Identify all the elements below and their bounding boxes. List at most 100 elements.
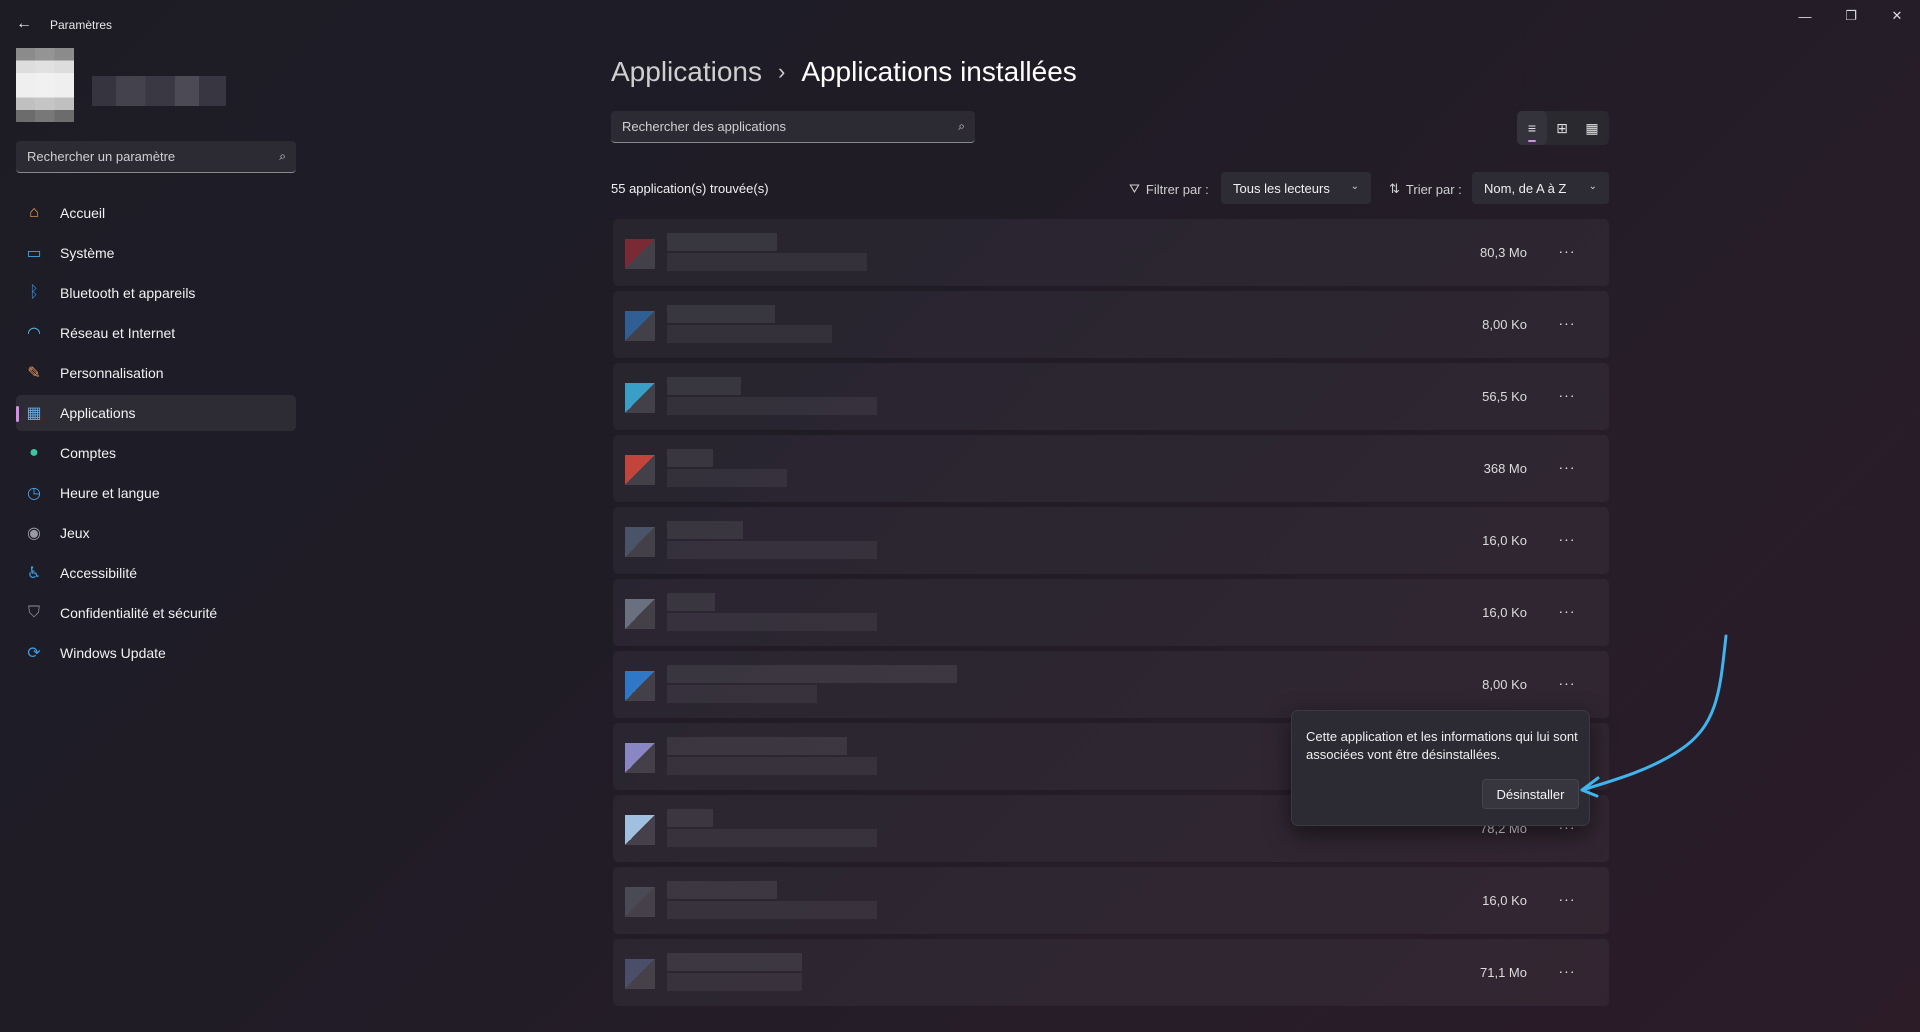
grid-view-icon[interactable]: ▦ xyxy=(1577,111,1607,145)
sidebar-item-apps[interactable]: ▦ Applications xyxy=(16,395,296,431)
app-list-item[interactable]: 16,0 Ko ··· xyxy=(613,507,1609,574)
gamepad-icon: ◉ xyxy=(27,525,41,542)
sidebar-item-label: Accessibilité xyxy=(60,565,138,581)
filter-icon: ⛛ xyxy=(1129,181,1140,196)
chevron-right-icon: › xyxy=(777,59,786,84)
breadcrumb-parent[interactable]: Applications xyxy=(611,56,762,88)
sidebar-item-gamepad[interactable]: ◉ Jeux xyxy=(16,515,296,551)
sidebar-item-windows-update[interactable]: ⟳ Windows Update xyxy=(16,635,296,671)
minimize-icon[interactable]: — xyxy=(1782,0,1828,32)
app-icon-redacted xyxy=(625,239,655,269)
app-list-item[interactable]: 16,0 Ko ··· xyxy=(613,579,1609,646)
app-list-item[interactable]: 56,5 Ko ··· xyxy=(613,363,1609,430)
app-publisher-redacted xyxy=(667,613,877,631)
more-options-icon[interactable]: ··· xyxy=(1553,237,1581,265)
app-name-redacted xyxy=(667,737,847,755)
view-toggle: ≡ ⊞ ▦ xyxy=(1517,111,1609,145)
tile-view-icon[interactable]: ⊞ xyxy=(1547,111,1577,145)
app-list-item[interactable]: 16,0 Ko ··· xyxy=(613,867,1609,934)
chevron-down-icon: ⌄ xyxy=(1588,181,1597,192)
sort-dropdown[interactable]: Nom, de A à Z ⌄ xyxy=(1472,172,1609,204)
app-icon-redacted xyxy=(625,455,655,485)
wifi-icon: ◠ xyxy=(27,325,41,342)
app-name-redacted xyxy=(667,665,957,683)
app-icon-redacted xyxy=(625,671,655,701)
app-name-redacted xyxy=(667,305,775,323)
apps-icon: ▦ xyxy=(26,405,42,422)
sidebar-item-label: Système xyxy=(60,245,115,261)
app-list-item[interactable]: 8,00 Ko ··· xyxy=(613,651,1609,718)
more-options-icon[interactable]: ··· xyxy=(1553,957,1581,985)
sidebar-item-label: Heure et langue xyxy=(60,485,160,501)
accounts-icon: ● xyxy=(29,444,39,461)
app-size: 368 Mo xyxy=(1483,461,1527,476)
more-options-icon[interactable]: ··· xyxy=(1553,885,1581,913)
app-publisher-redacted xyxy=(667,397,877,415)
app-size: 80,3 Mo xyxy=(1480,245,1527,260)
bluetooth-icon: ᛒ xyxy=(29,284,39,301)
app-size: 16,0 Ko xyxy=(1482,533,1527,548)
globe-clock-icon: ◷ xyxy=(27,485,41,502)
sidebar-item-accounts[interactable]: ● Comptes xyxy=(16,435,296,471)
apps-search-input[interactable] xyxy=(611,111,975,142)
app-size: 8,00 Ko xyxy=(1482,677,1527,692)
more-options-icon[interactable]: ··· xyxy=(1553,309,1581,337)
back-arrow-icon[interactable]: ← xyxy=(12,12,36,36)
uninstall-button[interactable]: Désinstaller xyxy=(1482,779,1579,809)
app-publisher-redacted xyxy=(667,325,832,343)
sidebar-item-bluetooth[interactable]: ᛒ Bluetooth et appareils xyxy=(16,275,296,311)
home-icon: ⌂ xyxy=(29,204,39,221)
app-icon-redacted xyxy=(625,527,655,557)
sidebar-item-shield[interactable]: ⛉ Confidentialité et sécurité xyxy=(16,595,296,631)
app-size: 16,0 Ko xyxy=(1482,605,1527,620)
filter-dropdown[interactable]: Tous les lecteurs ⌄ xyxy=(1221,172,1371,204)
app-publisher-redacted xyxy=(667,541,877,559)
more-options-icon[interactable]: ··· xyxy=(1553,597,1581,625)
app-name-redacted xyxy=(667,953,802,971)
breadcrumb: Applications › Applications installées xyxy=(611,56,1077,88)
filter-value: Tous les lecteurs xyxy=(1233,180,1330,196)
app-publisher-redacted xyxy=(667,253,867,271)
close-icon[interactable]: ✕ xyxy=(1874,0,1920,32)
app-size: 16,0 Ko xyxy=(1482,893,1527,908)
app-publisher-redacted xyxy=(667,973,802,991)
app-list-item[interactable]: 8,00 Ko ··· xyxy=(613,291,1609,358)
more-options-icon[interactable]: ··· xyxy=(1553,453,1581,481)
apps-count: 55 application(s) trouvée(s) xyxy=(611,181,769,196)
app-publisher-redacted xyxy=(667,829,877,847)
search-icon[interactable]: ⌕ xyxy=(279,149,286,164)
sidebar-item-home[interactable]: ⌂ Accueil xyxy=(16,195,296,231)
more-options-icon[interactable]: ··· xyxy=(1553,381,1581,409)
annotation-arrow xyxy=(1580,634,1728,798)
sidebar-nav: ⌂ Accueil ▭ Système ᛒ Bluetooth et appareils ◠… xyxy=(16,195,296,675)
sidebar-item-globe-clock[interactable]: ◷ Heure et langue xyxy=(16,475,296,511)
app-list-item[interactable]: 80,3 Mo ··· xyxy=(613,219,1609,286)
app-list-item[interactable]: 71,1 Mo ··· xyxy=(613,939,1609,1006)
sort-value: Nom, de A à Z xyxy=(1484,180,1567,196)
app-name-redacted xyxy=(667,593,715,611)
sidebar-item-label: Confidentialité et sécurité xyxy=(60,605,218,621)
avatar[interactable] xyxy=(16,48,74,122)
app-name-redacted xyxy=(667,449,713,467)
sidebar-item-brush[interactable]: ✎ Personnalisation xyxy=(16,355,296,391)
app-name-redacted xyxy=(667,377,741,395)
filter-label: ⛛ Filtrer par : xyxy=(1129,181,1209,197)
app-list: 80,3 Mo ··· 8,00 Ko ··· 56,5 Ko ··· 368 Mo ··· 1… xyxy=(613,219,1609,1011)
restore-icon[interactable]: ❐ xyxy=(1828,0,1874,32)
sidebar-item-system[interactable]: ▭ Système xyxy=(16,235,296,271)
apps-search[interactable]: ⌕ xyxy=(611,111,975,143)
settings-search[interactable]: ⌕ xyxy=(16,141,296,173)
sort-label-text: Trier par : xyxy=(1405,181,1462,197)
search-icon[interactable]: ⌕ xyxy=(958,119,965,134)
app-list-item[interactable]: 368 Mo ··· xyxy=(613,435,1609,502)
filter-label-text: Filtrer par : xyxy=(1145,181,1209,197)
app-name-redacted xyxy=(667,809,713,827)
sidebar-item-accessibility[interactable]: ♿ Accessibilité xyxy=(16,555,296,591)
settings-search-input[interactable] xyxy=(16,141,296,172)
list-view-icon[interactable]: ≡ xyxy=(1517,111,1547,145)
app-icon-redacted xyxy=(625,383,655,413)
more-options-icon[interactable]: ··· xyxy=(1553,525,1581,553)
sidebar-item-wifi[interactable]: ◠ Réseau et Internet xyxy=(16,315,296,351)
sidebar-item-label: Réseau et Internet xyxy=(60,325,176,341)
app-icon-redacted xyxy=(625,599,655,629)
